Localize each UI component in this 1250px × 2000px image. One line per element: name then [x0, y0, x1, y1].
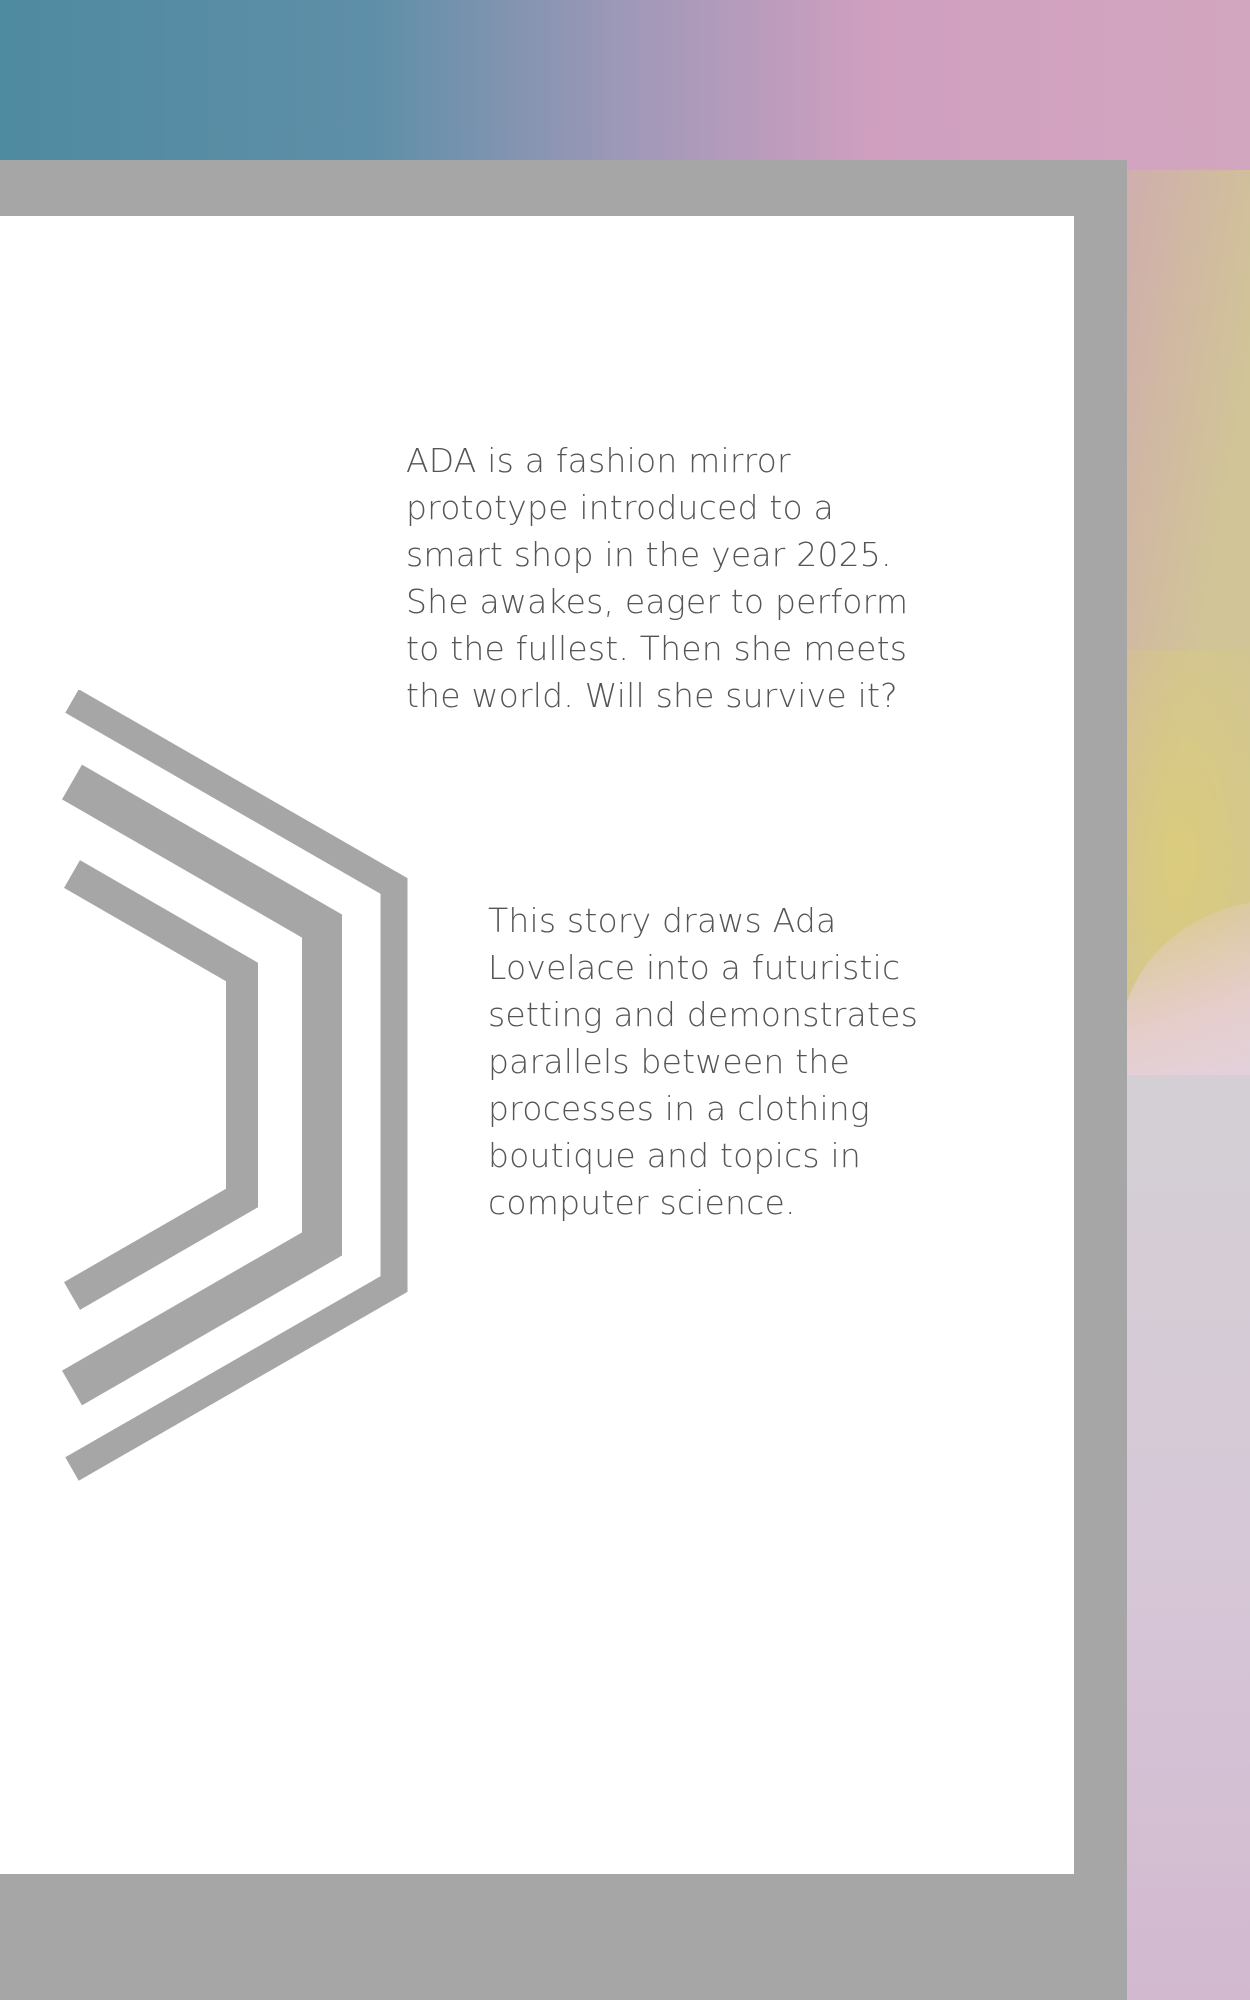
intro-paragraph: ADA is a fashion mirror prototype introd… — [406, 441, 909, 715]
chevron-inner-stroke — [64, 860, 258, 1310]
sky-gradient-band — [0, 0, 1250, 170]
chevron-middle-stroke — [62, 764, 342, 1406]
sand-strip — [1120, 1075, 1250, 2000]
about-paragraph: This story draws Ada Lovelace into a fut… — [488, 901, 918, 1222]
hexagon-chevron-graphic — [62, 690, 408, 1481]
